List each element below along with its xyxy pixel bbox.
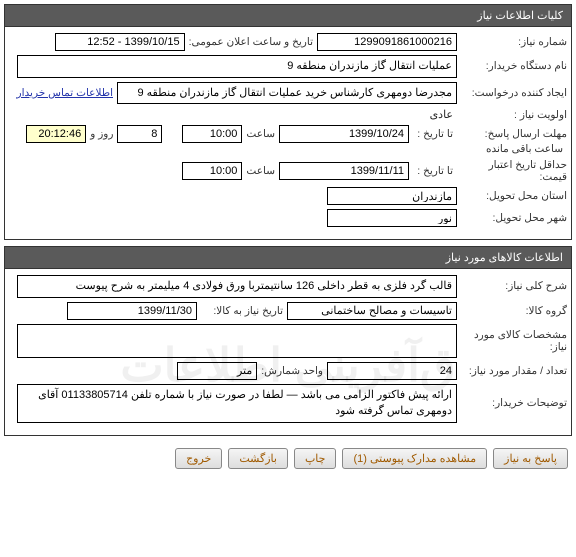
section1-body: شماره نیاز: تاریخ و ساعت اعلان عمومی: نا… bbox=[4, 27, 572, 240]
back-button[interactable]: بازگشت bbox=[228, 448, 288, 469]
button-bar: پاسخ به نیاز مشاهده مدارک پیوستی (1) چاپ… bbox=[4, 444, 572, 473]
min-valid-until: تا تاریخ : bbox=[409, 165, 457, 177]
print-button[interactable]: چاپ bbox=[294, 448, 337, 469]
section2-body: ق‌آفرینی اطلاعات شرح کلی نیاز: قالب گرد … bbox=[4, 269, 572, 436]
contact-link[interactable]: اطلاعات تماس خریدار bbox=[13, 87, 117, 99]
priority-val: عادی bbox=[426, 108, 457, 121]
desc-field[interactable]: قالب گرد فلزی به قطر داخلی 126 سانتیمترب… bbox=[17, 275, 457, 298]
need-no-field[interactable] bbox=[317, 33, 457, 51]
province-label: استان محل تحویل: bbox=[457, 190, 567, 202]
min-valid-label: حداقل تاریخ اعتبار قیمت: bbox=[457, 159, 567, 183]
spec-field[interactable] bbox=[17, 324, 457, 358]
exit-button[interactable]: خروج bbox=[175, 448, 222, 469]
spec-label: مشخصات کالای مورد نیاز: bbox=[457, 329, 567, 353]
group-field[interactable] bbox=[287, 302, 457, 320]
buyer-label: نام دستگاه خریدار: bbox=[457, 60, 567, 72]
time-label-1: ساعت bbox=[242, 128, 279, 140]
creator-field[interactable]: مجدرضا دومهری کارشناس خرید عملیات انتقال… bbox=[117, 82, 457, 105]
section1-header: کلیات اطلاعات نیاز bbox=[4, 4, 572, 27]
city-field[interactable] bbox=[327, 209, 457, 227]
buyer-notes-field[interactable]: ارائه پیش فاکتور الزامی می باشد — لطفا د… bbox=[17, 384, 457, 423]
days-field[interactable] bbox=[117, 125, 162, 143]
deadline-label: مهلت ارسال پاسخ: bbox=[457, 128, 567, 140]
priority-label: اولویت نیاز : bbox=[457, 109, 567, 121]
min-valid-time-field[interactable] bbox=[182, 162, 242, 180]
announce-field[interactable] bbox=[55, 33, 185, 51]
days-label: روز و bbox=[86, 128, 117, 140]
section2-header: اطلاعات کالاهای مورد نیاز bbox=[4, 246, 572, 269]
qty-label: تعداد / مقدار مورد نیاز: bbox=[457, 365, 567, 377]
announce-label: تاریخ و ساعت اعلان عمومی: bbox=[185, 36, 317, 48]
unit-label: واحد شمارش: bbox=[257, 365, 327, 377]
until-label: تا تاریخ : bbox=[409, 128, 457, 140]
time-label-2: ساعت bbox=[242, 165, 279, 177]
creator-label: ایجاد کننده درخواست: bbox=[457, 87, 567, 99]
deadline-date-field[interactable] bbox=[279, 125, 409, 143]
need-date-label: تاریخ نیاز به کالا: bbox=[197, 305, 287, 317]
desc-label: شرح کلی نیاز: bbox=[457, 280, 567, 292]
city-label: شهر محل تحویل: bbox=[457, 212, 567, 224]
buyer-notes-label: توضیحات خریدار: bbox=[457, 397, 567, 409]
qty-field[interactable] bbox=[327, 362, 457, 380]
need-date-field[interactable] bbox=[67, 302, 197, 320]
min-valid-date-field[interactable] bbox=[279, 162, 409, 180]
respond-button[interactable]: پاسخ به نیاز bbox=[493, 448, 568, 469]
attachments-button[interactable]: مشاهده مدارک پیوستی (1) bbox=[342, 448, 487, 469]
remain-time-field: 20:12:46 bbox=[26, 125, 86, 143]
deadline-time-field[interactable] bbox=[182, 125, 242, 143]
province-field[interactable] bbox=[327, 187, 457, 205]
remain-label: ساعت باقی مانده bbox=[482, 143, 567, 155]
unit-field[interactable] bbox=[177, 362, 257, 380]
group-label: گروه کالا: bbox=[457, 305, 567, 317]
need-no-label: شماره نیاز: bbox=[457, 36, 567, 48]
buyer-field[interactable]: عملیات انتقال گاز مازندران منطقه 9 bbox=[17, 55, 457, 78]
